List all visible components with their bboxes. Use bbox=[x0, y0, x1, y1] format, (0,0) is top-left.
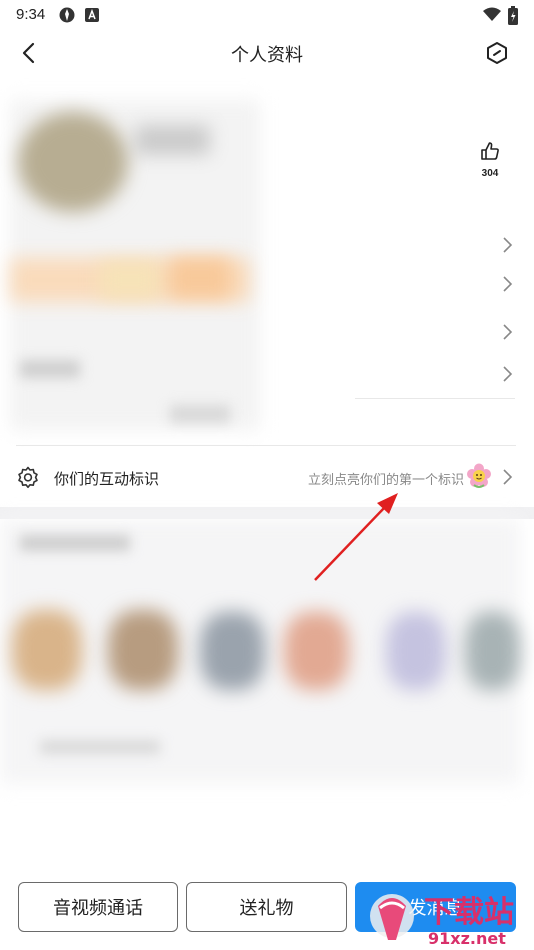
chevron-right-icon[interactable] bbox=[500, 235, 514, 255]
page-title: 个人资料 bbox=[231, 45, 303, 65]
divider bbox=[16, 445, 516, 446]
divider bbox=[355, 398, 515, 399]
send-gift-label: 送礼物 bbox=[239, 898, 294, 918]
header: 个人资料 bbox=[0, 30, 534, 76]
gear-icon bbox=[18, 466, 38, 489]
video-call-button[interactable]: 音视频通话 bbox=[18, 882, 178, 932]
flower-badge-icon bbox=[467, 463, 491, 488]
site-watermark: 下载站 91xz.net bbox=[370, 894, 514, 948]
video-call-label: 音视频通话 bbox=[53, 898, 143, 918]
avatar[interactable] bbox=[18, 112, 128, 212]
chevron-right-icon[interactable] bbox=[500, 364, 514, 384]
send-gift-button[interactable]: 送礼物 bbox=[186, 882, 347, 932]
chevron-right-icon[interactable] bbox=[500, 322, 514, 342]
interaction-hint: 立刻点亮你们的第一个标识 bbox=[307, 472, 464, 487]
section-separator bbox=[0, 507, 534, 519]
battery-icon bbox=[508, 6, 518, 25]
thumbs-up-icon bbox=[481, 142, 499, 160]
status-time: 9:34 bbox=[16, 6, 46, 23]
chevron-right-icon[interactable] bbox=[500, 274, 514, 294]
status-bar: 9:34 bbox=[0, 0, 534, 30]
watermark-main-text: 下载站 bbox=[424, 895, 514, 930]
interaction-badge-row[interactable]: 你们的互动标识 立刻点亮你们的第一个标识 bbox=[0, 447, 534, 507]
wifi-icon bbox=[483, 7, 501, 21]
like-count: 304 bbox=[481, 168, 499, 179]
app-notification-icon bbox=[59, 7, 75, 23]
hexagon-settings-icon bbox=[487, 42, 507, 64]
settings-button[interactable] bbox=[482, 38, 512, 68]
interaction-label: 你们的互动标识 bbox=[54, 471, 160, 488]
watermark-sub-text: 91xz.net bbox=[428, 929, 506, 948]
a-notification-icon bbox=[85, 8, 99, 22]
chevron-right-icon bbox=[503, 469, 513, 485]
like-button[interactable]: 304 bbox=[470, 140, 510, 180]
